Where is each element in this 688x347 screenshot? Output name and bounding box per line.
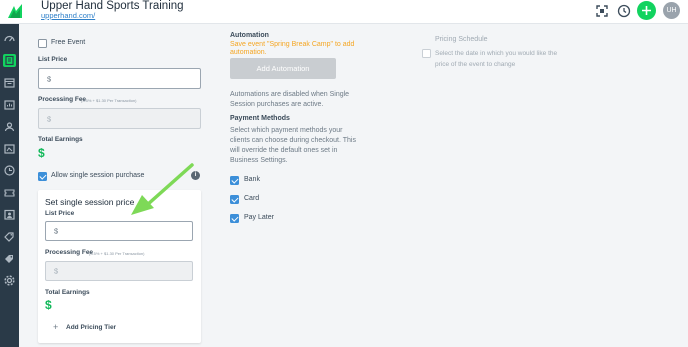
top-header: Upper Hand Sports Training upperhand.com… [0, 0, 688, 24]
single-processing-fee-hint: (3.5% + $1.30 Per Transaction) [89, 251, 145, 256]
single-list-price-input[interactable]: $ [45, 221, 193, 241]
free-event-checkbox[interactable] [38, 39, 47, 48]
single-list-price-label: List Price [45, 210, 75, 217]
resources-icon[interactable] [3, 164, 16, 177]
free-event-label: Free Event [51, 39, 86, 46]
app-url-link[interactable]: upperhand.com/ [41, 11, 95, 20]
arrow-annotation-icon [131, 163, 194, 215]
single-list-price-placeholder: $ [54, 226, 59, 236]
bank-checkbox[interactable] [230, 176, 239, 185]
single-processing-fee-input: $ [45, 261, 193, 281]
payment-desc-line4: Business Settings. [230, 157, 288, 164]
expand-icon[interactable] [595, 4, 609, 18]
reports-icon[interactable] [3, 98, 16, 111]
add-button[interactable] [637, 1, 656, 20]
total-earnings-label: Total Earnings [38, 136, 83, 143]
marketing-icon[interactable] [3, 142, 16, 155]
single-total-earnings-value: $ [45, 298, 52, 312]
sidebar-nav [0, 24, 19, 347]
total-earnings-value: $ [38, 146, 45, 160]
single-total-earnings-label: Total Earnings [45, 289, 90, 296]
list-price-input[interactable]: $ [38, 68, 201, 89]
pricing-schedule-checkbox[interactable] [422, 49, 431, 58]
dashboard-icon[interactable] [3, 32, 16, 45]
pay-later-label: Pay Later [244, 214, 274, 221]
settings-icon[interactable] [3, 274, 16, 287]
clock-icon[interactable] [617, 4, 631, 18]
user-avatar[interactable]: UH [663, 2, 680, 19]
single-processing-fee-label: Processing Fee [45, 249, 94, 256]
pay-later-checkbox[interactable] [230, 214, 239, 223]
list-price-label: List Price [38, 56, 68, 63]
payment-desc-line1: Select which payment methods your [230, 127, 343, 134]
payment-desc-line3: will override the default ones set in [230, 147, 338, 154]
add-tier-plus-icon[interactable]: + [53, 322, 58, 332]
add-pricing-tier-link[interactable]: Add Pricing Tier [66, 324, 116, 331]
pricing-schedule-title: Pricing Schedule [435, 36, 488, 43]
card-checkbox[interactable] [230, 195, 239, 204]
processing-fee-placeholder: $ [47, 114, 52, 123]
plus-icon [642, 6, 651, 15]
processing-fee-hint: (3.5% + $1.30 Per Transaction) [81, 98, 137, 103]
processing-fee-input: $ [38, 108, 201, 129]
pricing-schedule-desc-line1: Select the date in which you would like … [435, 50, 558, 57]
tags-icon[interactable] [3, 252, 16, 265]
automation-warning-line1: Save event "Spring Break Camp" to add [230, 41, 355, 48]
payment-desc-line2: clients can choose during checkout. This [230, 137, 356, 144]
calendar-icon[interactable] [3, 76, 16, 89]
logo-icon[interactable] [6, 2, 24, 20]
event-pricing-content: Free Event List Price $ Processing Fee (… [19, 25, 688, 347]
staff-icon[interactable] [3, 208, 16, 221]
list-price-placeholder: $ [47, 74, 52, 83]
automation-title: Automation [230, 32, 269, 39]
card-label: Card [244, 195, 260, 202]
automation-disabled-line1: Automations are disabled when Single [230, 91, 350, 98]
tickets-icon[interactable] [3, 186, 16, 199]
automation-warning-line2: automation. [230, 49, 267, 56]
pricing-schedule-desc-line2: price of the event to change [435, 61, 516, 68]
allow-single-session-checkbox[interactable] [38, 172, 47, 181]
processing-fee-label: Processing Fee [38, 96, 87, 103]
coupons-icon[interactable] [3, 230, 16, 243]
automation-disabled-line2: Session purchases are active. [230, 101, 324, 108]
single-processing-fee-placeholder: $ [54, 266, 59, 276]
payment-methods-title: Payment Methods [230, 115, 290, 122]
bank-label: Bank [244, 176, 260, 183]
clients-icon[interactable] [3, 120, 16, 133]
events-icon[interactable] [3, 54, 16, 67]
add-automation-button: Add Automation [230, 58, 336, 79]
